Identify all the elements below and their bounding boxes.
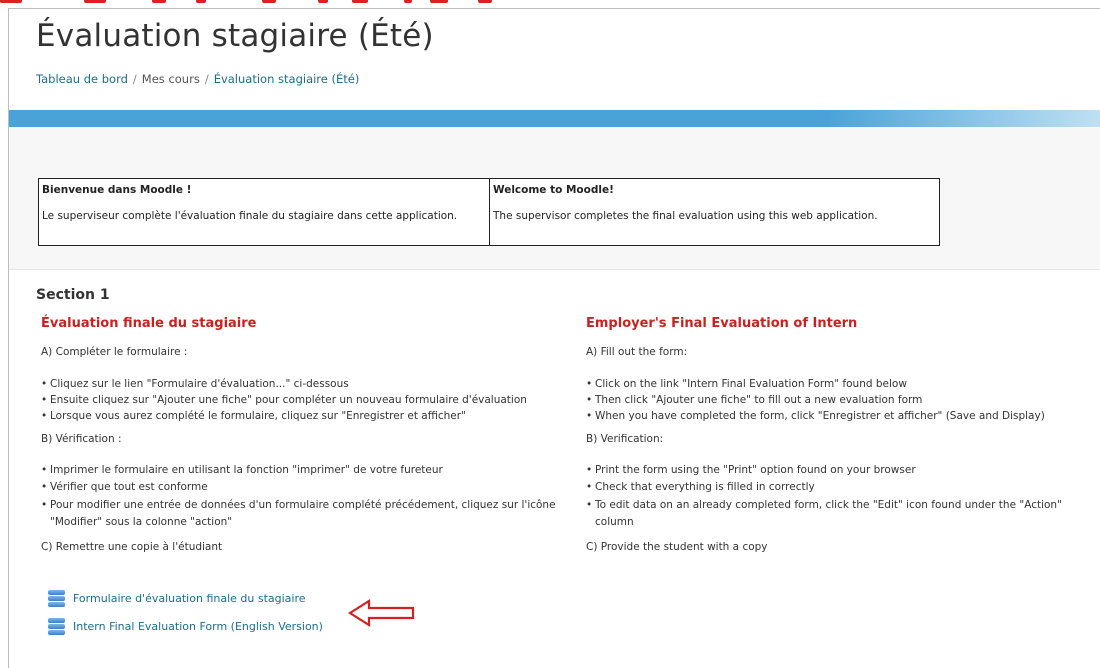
step-a-label: A) Fill out the form: xyxy=(586,346,688,358)
breadcrumb: Tableau de bord / Mes cours / Évaluation sta… xyxy=(36,72,359,86)
step-a-list: Click on the link "Intern Final Evaluati… xyxy=(586,377,1045,425)
activity-link-label[interactable]: Intern Final Evaluation Form (English Ve… xyxy=(73,620,323,633)
step-c-label: C) Provide the student with a copy xyxy=(586,541,768,553)
list-item: When you have completed the form, click … xyxy=(586,409,1045,425)
activity-links: Formulaire d'évaluation finale du stagia… xyxy=(48,587,323,643)
list-item: Then click "Ajouter une fiche" to fill o… xyxy=(586,393,1045,409)
list-item: To edit data on an already completed for… xyxy=(586,497,1098,531)
header-band xyxy=(9,110,1100,127)
cropped-red-caption xyxy=(0,0,1100,6)
database-icon xyxy=(48,589,65,607)
section-title: Section 1 xyxy=(36,287,110,303)
step-a-list: Cliquez sur le lien "Formulaire d'évalua… xyxy=(41,377,527,425)
list-item: Pour modifier une entrée de données d'un… xyxy=(41,497,571,531)
list-item: Imprimer le formulaire en utilisant la f… xyxy=(41,463,571,480)
red-arrow-annotation xyxy=(347,599,415,627)
welcome-text-en: The supervisor completes the final evalu… xyxy=(489,202,940,246)
list-item: Ensuite cliquez sur "Ajouter une fiche" … xyxy=(41,393,527,409)
welcome-heading-en: Welcome to Moodle! xyxy=(489,178,940,203)
list-item: Vérifier que tout est conforme xyxy=(41,480,571,497)
step-b-label: B) Vérification : xyxy=(41,433,122,445)
list-item: Check that everything is filled in corre… xyxy=(586,480,1098,497)
step-a-label: A) Compléter le formulaire : xyxy=(41,346,188,358)
french-heading: Évaluation finale du stagiaire xyxy=(41,316,257,331)
list-item: Cliquez sur le lien "Formulaire d'évalua… xyxy=(41,377,527,393)
list-item: Click on the link "Intern Final Evaluati… xyxy=(586,377,1045,393)
list-item: Print the form using the "Print" option … xyxy=(586,463,1098,480)
page-frame xyxy=(8,8,1100,668)
activity-link-english[interactable]: Intern Final Evaluation Form (English Ve… xyxy=(48,615,323,637)
step-c-label: C) Remettre une copie à l'étudiant xyxy=(41,541,223,553)
breadcrumb-course[interactable]: Évaluation stagiaire (Été) xyxy=(214,72,360,86)
step-b-list: Imprimer le formulaire en utilisant la f… xyxy=(41,463,571,531)
english-heading: Employer's Final Evaluation of Intern xyxy=(586,316,858,331)
welcome-text-fr: Le superviseur complète l'évaluation fin… xyxy=(38,202,490,246)
welcome-table: Bienvenue dans Moodle ! Welcome to Moodl… xyxy=(38,178,940,246)
page-title: Évaluation stagiaire (Été) xyxy=(36,18,434,54)
breadcrumb-separator: / xyxy=(132,72,137,86)
database-icon xyxy=(48,617,65,635)
activity-link-french[interactable]: Formulaire d'évaluation finale du stagia… xyxy=(48,587,323,609)
activity-link-label[interactable]: Formulaire d'évaluation finale du stagia… xyxy=(73,592,306,605)
step-b-list: Print the form using the "Print" option … xyxy=(586,463,1098,531)
list-item: Lorsque vous aurez complété le formulair… xyxy=(41,409,527,425)
breadcrumb-my-courses: Mes cours xyxy=(141,72,200,86)
breadcrumb-dashboard[interactable]: Tableau de bord xyxy=(36,72,128,86)
step-b-label: B) Verification: xyxy=(586,433,664,445)
breadcrumb-separator: / xyxy=(204,72,209,86)
welcome-heading-fr: Bienvenue dans Moodle ! xyxy=(38,178,490,203)
